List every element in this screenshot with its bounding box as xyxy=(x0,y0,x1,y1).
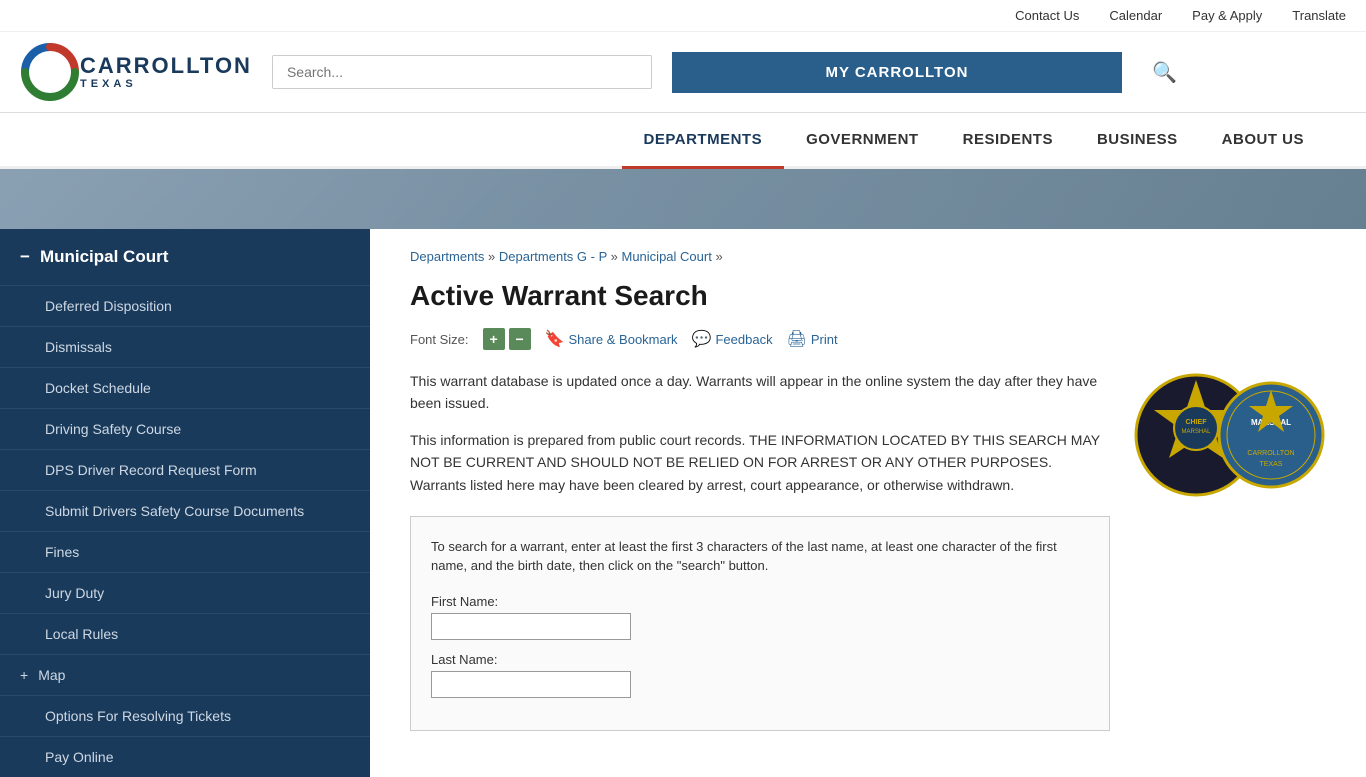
sidebar-item-jury-duty[interactable]: Jury Duty xyxy=(0,572,370,613)
share-bookmark-label: Share & Bookmark xyxy=(568,332,677,347)
contact-us-link[interactable]: Contact Us xyxy=(1015,8,1079,23)
first-name-group: First Name: xyxy=(431,594,1089,640)
sidebar-item-driving-safety-course[interactable]: Driving Safety Course xyxy=(0,408,370,449)
last-name-input[interactable] xyxy=(431,671,631,698)
svg-text:TEXAS: TEXAS xyxy=(1260,461,1283,468)
warrant-search-box: To search for a warrant, enter at least … xyxy=(410,516,1110,731)
sidebar-item-dismissals[interactable]: Dismissals xyxy=(0,326,370,367)
main-nav: DEPARTMENTS GOVERNMENT RESIDENTS BUSINES… xyxy=(0,113,1366,169)
sidebar-item-docket-schedule[interactable]: Docket Schedule xyxy=(0,367,370,408)
sidebar-title[interactable]: − Municipal Court xyxy=(0,229,370,285)
sidebar-item-options-resolving[interactable]: Options For Resolving Tickets xyxy=(0,695,370,736)
svg-text:CHIEF: CHIEF xyxy=(1186,419,1208,426)
sidebar-title-text: Municipal Court xyxy=(40,247,168,267)
sidebar-item-deferred-disposition[interactable]: Deferred Disposition xyxy=(0,285,370,326)
font-decrease-button[interactable]: − xyxy=(509,328,531,350)
nav-departments[interactable]: DEPARTMENTS xyxy=(622,113,785,169)
hero-banner xyxy=(0,169,1366,229)
print-label: Print xyxy=(811,332,838,347)
print-link[interactable]: 🖨 Print xyxy=(787,329,838,349)
svg-text:MARSHAL: MARSHAL xyxy=(1181,429,1211,435)
pay-apply-link[interactable]: Pay & Apply xyxy=(1192,8,1262,23)
sidebar-toggle-icon: − xyxy=(20,247,30,267)
breadcrumb-departments[interactable]: Departments xyxy=(410,249,484,264)
nav-about-us[interactable]: ABOUT US xyxy=(1200,113,1326,166)
feedback-icon: 💬 xyxy=(692,329,712,349)
search-icon: 🔍 xyxy=(1152,62,1177,84)
sidebar-item-map[interactable]: + Map xyxy=(0,654,370,695)
feedback-label: Feedback xyxy=(715,332,772,347)
sidebar-item-dps-driver-record[interactable]: DPS Driver Record Request Form xyxy=(0,449,370,490)
sidebar-item-local-rules[interactable]: Local Rules xyxy=(0,613,370,654)
body-text-2: This information is prepared from public… xyxy=(410,429,1110,496)
toolbar: Font Size: + − 🔖 Share & Bookmark 💬 Feed… xyxy=(410,328,1326,350)
logo-icon xyxy=(20,42,80,102)
svg-text:CARROLLTON: CARROLLTON xyxy=(1247,450,1294,457)
utility-bar: Contact Us Calendar Pay & Apply Translat… xyxy=(0,0,1366,32)
first-name-label: First Name: xyxy=(431,594,1089,609)
sidebar-item-submit-drivers-safety[interactable]: Submit Drivers Safety Course Documents xyxy=(0,490,370,531)
nav-government[interactable]: GOVERNMENT xyxy=(784,113,941,166)
logo-text: CARROLLTON xyxy=(80,54,252,78)
badge-image-container: CHIEF MARSHAL MARSHAL CARROLLTON TEXAS xyxy=(1126,360,1326,510)
share-bookmark-link[interactable]: 🔖 Share & Bookmark xyxy=(545,329,678,349)
badge-svg: CHIEF MARSHAL MARSHAL CARROLLTON TEXAS xyxy=(1126,360,1326,510)
print-icon: 🖨 xyxy=(787,329,807,349)
page-title: Active Warrant Search xyxy=(410,280,1326,312)
breadcrumb-sep2: » xyxy=(611,249,622,264)
last-name-label: Last Name: xyxy=(431,652,1089,667)
feedback-link[interactable]: 💬 Feedback xyxy=(692,329,773,349)
search-input[interactable] xyxy=(272,55,652,89)
font-size-controls: + − xyxy=(483,328,531,350)
map-label: Map xyxy=(38,667,65,683)
map-toggle-icon: + xyxy=(20,667,28,683)
search-area xyxy=(272,55,652,89)
content-area: Departments » Departments G - P » Munici… xyxy=(370,229,1366,777)
breadcrumb-municipal-court[interactable]: Municipal Court xyxy=(622,249,712,264)
my-carrollton-button[interactable]: MY CARROLLTON xyxy=(672,52,1122,93)
nav-business[interactable]: BUSINESS xyxy=(1075,113,1200,166)
main-content: − Municipal Court Deferred Disposition D… xyxy=(0,229,1366,777)
translate-link[interactable]: Translate xyxy=(1292,8,1346,23)
logo-area: CARROLLTON TEXAS xyxy=(20,42,252,102)
search-instruction: To search for a warrant, enter at least … xyxy=(431,537,1089,576)
header: CARROLLTON TEXAS MY CARROLLTON 🔍 xyxy=(0,32,1366,113)
font-size-label: Font Size: xyxy=(410,332,469,347)
font-increase-button[interactable]: + xyxy=(483,328,505,350)
share-icon: 🔖 xyxy=(545,329,565,349)
sidebar-item-pay-online[interactable]: Pay Online xyxy=(0,736,370,777)
breadcrumb: Departments » Departments G - P » Munici… xyxy=(410,249,1326,264)
breadcrumb-sep1: » xyxy=(488,249,499,264)
breadcrumb-sep3: » xyxy=(715,249,722,264)
first-name-input[interactable] xyxy=(431,613,631,640)
nav-residents[interactable]: RESIDENTS xyxy=(941,113,1075,166)
breadcrumb-departments-g-p[interactable]: Departments G - P xyxy=(499,249,607,264)
last-name-group: Last Name: xyxy=(431,652,1089,698)
calendar-link[interactable]: Calendar xyxy=(1109,8,1162,23)
logo-subtext: TEXAS xyxy=(80,78,252,90)
sidebar: − Municipal Court Deferred Disposition D… xyxy=(0,229,370,777)
sidebar-item-fines[interactable]: Fines xyxy=(0,531,370,572)
search-icon-button[interactable]: 🔍 xyxy=(1142,60,1187,85)
body-text-1: This warrant database is updated once a … xyxy=(410,370,1110,415)
